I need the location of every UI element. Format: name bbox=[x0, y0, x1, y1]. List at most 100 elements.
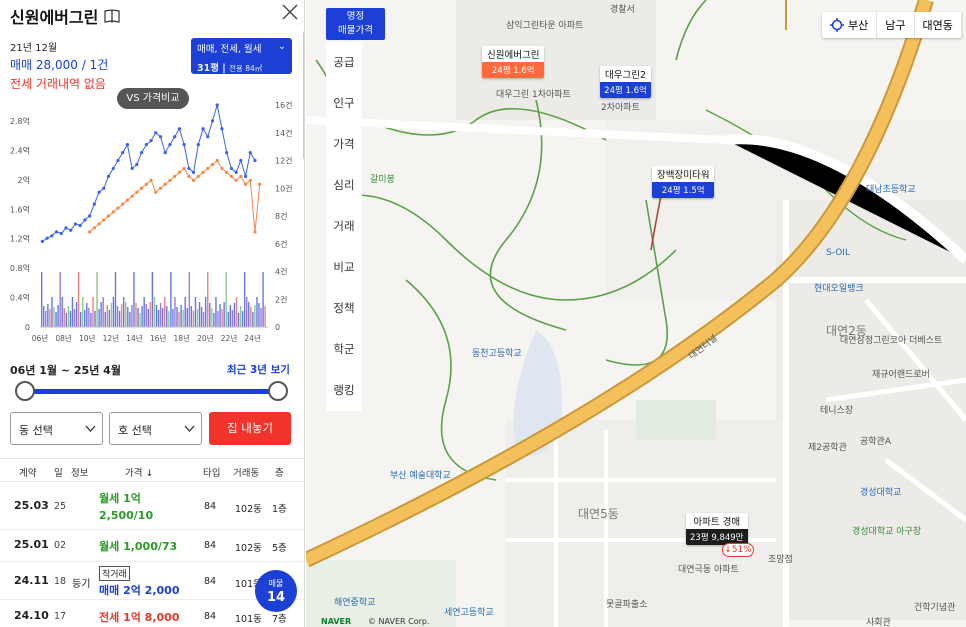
map-marker-sinwon[interactable]: 신원에버그린 24평 1.6억 bbox=[482, 46, 545, 78]
col-price[interactable]: 가격 ↓ bbox=[125, 465, 153, 479]
col-info[interactable]: 정보 bbox=[71, 465, 88, 479]
data-point bbox=[196, 174, 200, 178]
map-label: 사회관 bbox=[866, 618, 891, 627]
volume-bar bbox=[248, 302, 250, 327]
volume-bar bbox=[205, 297, 207, 327]
map-label: 해연중학교 bbox=[334, 598, 376, 608]
panel-scrollbar[interactable] bbox=[303, 30, 304, 160]
volume-bar bbox=[151, 272, 154, 327]
volume-bar bbox=[100, 302, 102, 327]
auction-drop-badge: ↓51% bbox=[722, 543, 754, 557]
data-point bbox=[239, 158, 243, 163]
book-icon[interactable] bbox=[104, 9, 120, 23]
col-contract[interactable]: 계약 bbox=[19, 465, 36, 479]
price-tag-toggle[interactable]: 명정 매물가격 bbox=[326, 8, 385, 40]
data-point bbox=[92, 226, 96, 230]
menu-population[interactable]: 인구 bbox=[326, 83, 362, 124]
y-right-tick: 14건 bbox=[275, 128, 293, 138]
data-point bbox=[73, 222, 78, 226]
deal-filter-dropdown[interactable]: 매매, 전세, 월세 ⌄ 31평 | 전용 84㎡ bbox=[191, 38, 292, 74]
table-row[interactable]: 25.03 25 월세 1억 2,500/10 84 102동 1층 bbox=[0, 482, 304, 530]
data-point bbox=[125, 143, 130, 147]
volume-bar bbox=[186, 308, 188, 327]
ho-select[interactable]: 호 선택 bbox=[109, 412, 202, 445]
map-marker-daewoo[interactable]: 대우그린2 24평 1.6억 bbox=[600, 66, 652, 98]
data-point bbox=[234, 170, 238, 174]
slider-start-handle[interactable] bbox=[15, 381, 35, 401]
data-point bbox=[187, 166, 191, 171]
volume-bar bbox=[233, 303, 236, 327]
volume-bar bbox=[200, 307, 203, 327]
col-day[interactable]: 일 bbox=[54, 465, 63, 479]
date-range-slider[interactable] bbox=[24, 389, 278, 394]
volume-bar bbox=[262, 272, 264, 327]
region-dong[interactable]: 대연동 bbox=[915, 12, 962, 38]
marker-price: 24평 1.6억 bbox=[600, 82, 652, 98]
table-row[interactable]: 25.01 02 월세 1,000/73 84 102동 5층 bbox=[0, 530, 304, 562]
col-type[interactable]: 타입 bbox=[203, 465, 220, 479]
volume-bar bbox=[75, 302, 78, 327]
col-dong[interactable]: 거래동 bbox=[233, 465, 259, 479]
volume-bar bbox=[229, 305, 231, 327]
volume-bar bbox=[192, 311, 195, 327]
menu-school[interactable]: 학군 bbox=[326, 329, 362, 370]
jeonse-summary: 전세 거래내역 없음 bbox=[10, 77, 106, 91]
volume-bar bbox=[98, 309, 100, 327]
volume-bar bbox=[139, 313, 141, 327]
menu-supply[interactable]: 공급 bbox=[326, 42, 362, 83]
data-point bbox=[229, 166, 233, 171]
row-day: 25 bbox=[54, 501, 67, 512]
data-point bbox=[173, 135, 177, 139]
map-label: 조망점 bbox=[768, 555, 793, 565]
data-point bbox=[234, 178, 238, 182]
volume-bar bbox=[172, 309, 174, 327]
data-point bbox=[225, 150, 229, 155]
data-point bbox=[88, 230, 92, 234]
deal-table-header: 계약 일 정보 가격 ↓ 타입 거래동 층 bbox=[0, 458, 304, 482]
volume-bar bbox=[215, 297, 217, 327]
col-floor[interactable]: 층 bbox=[275, 465, 284, 479]
dong-select[interactable]: 동 선택 bbox=[10, 412, 103, 445]
close-icon[interactable] bbox=[281, 3, 299, 21]
y-right-tick: 2건 bbox=[275, 294, 287, 304]
data-point bbox=[201, 170, 205, 174]
volume-bar bbox=[254, 305, 256, 327]
marker-name: 신원에버그린 bbox=[482, 46, 545, 62]
data-point bbox=[163, 182, 167, 186]
trade-price-summary: 매매 28,000 / 1건 bbox=[10, 58, 109, 72]
menu-ranking[interactable]: 랭킹 bbox=[326, 370, 362, 411]
volume-bar bbox=[235, 297, 238, 327]
map-marker-auction[interactable]: 아파트 경매 23평 9,849만 bbox=[686, 513, 748, 545]
recent-3y-link[interactable]: 최근 3년 보기 bbox=[227, 362, 290, 377]
map-marker-jangbaek[interactable]: 장백장미타워 24평 1.5억 bbox=[652, 166, 715, 198]
slider-end-handle[interactable] bbox=[268, 381, 288, 401]
volume-bar bbox=[180, 305, 182, 327]
volume-bar bbox=[65, 313, 67, 327]
row-date: 25.03 bbox=[14, 499, 49, 512]
data-point bbox=[239, 174, 243, 178]
row-price-sub: 2,500/10 bbox=[99, 509, 154, 522]
volume-bar bbox=[137, 308, 139, 327]
volume-bar bbox=[49, 309, 51, 327]
data-point bbox=[177, 127, 181, 131]
region-city[interactable]: 부산 bbox=[822, 12, 878, 38]
vs-compare-button[interactable]: VS 가격비교 bbox=[117, 88, 189, 109]
volume-bar bbox=[90, 313, 92, 327]
region-district[interactable]: 남구 bbox=[877, 12, 915, 38]
data-point bbox=[158, 186, 163, 190]
menu-sentiment[interactable]: 심리 bbox=[326, 165, 362, 206]
data-point bbox=[253, 158, 257, 163]
menu-policy[interactable]: 정책 bbox=[326, 288, 362, 329]
data-point bbox=[206, 135, 210, 139]
menu-price[interactable]: 가격 bbox=[326, 124, 362, 165]
menu-trade[interactable]: 거래 bbox=[326, 206, 362, 247]
date-range-label: 06년 1월 ~ 25년 4월 bbox=[10, 364, 121, 377]
data-point bbox=[243, 174, 248, 178]
volume-bar bbox=[127, 307, 129, 327]
map-label: 삼익그린타운 아파트 bbox=[506, 21, 584, 31]
menu-compare[interactable]: 비교 bbox=[326, 247, 362, 288]
list-house-button[interactable]: 집 내놓기 bbox=[209, 412, 291, 445]
data-point bbox=[135, 162, 139, 167]
deal-date: 21년 12월 bbox=[10, 43, 58, 54]
listings-fab[interactable]: 매물 14 bbox=[255, 570, 297, 612]
